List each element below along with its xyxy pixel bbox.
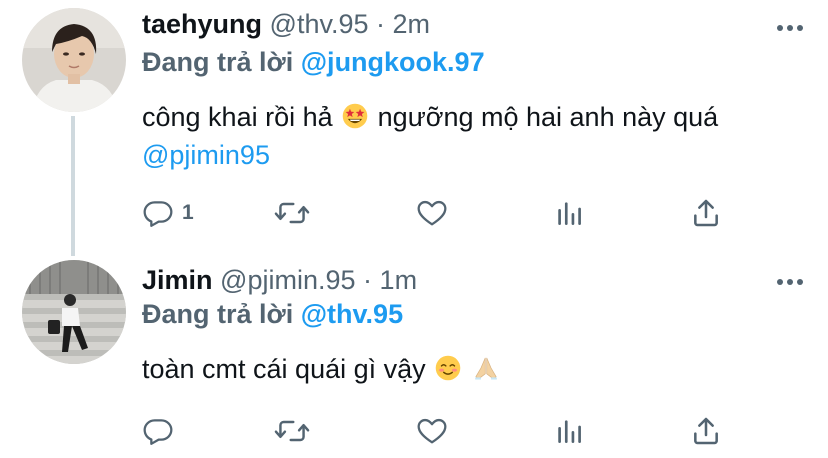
share-icon — [694, 199, 718, 227]
like-icon — [417, 418, 447, 444]
replying-to-mention[interactable]: @thv.95 — [301, 299, 403, 329]
more-icon — [777, 279, 803, 285]
reply-icon — [143, 419, 173, 445]
retweet-button[interactable] — [274, 414, 310, 448]
replying-to-label: Đang trả lời — [142, 299, 294, 329]
tweet-taehyung[interactable]: taehyung @thv.95 · 2m Đang trả lời @jung… — [0, 0, 828, 256]
more-options-button[interactable] — [774, 16, 806, 40]
retweet-icon — [274, 202, 310, 224]
tweet-text-part: ngưỡng mộ hai anh này quá — [377, 102, 719, 132]
user-handle[interactable]: @thv.95 — [270, 9, 369, 39]
stats-icon — [558, 420, 581, 443]
avatar-photo-icon — [22, 260, 126, 364]
like-button[interactable] — [416, 196, 448, 230]
display-name[interactable]: Jimin — [142, 265, 213, 295]
stats-button[interactable] — [554, 414, 586, 448]
replying-to-label: Đang trả lời — [142, 47, 294, 77]
replying-to: Đang trả lời @jungkook.97 — [142, 46, 485, 78]
separator-dot: · — [376, 9, 386, 39]
more-icon — [777, 25, 803, 31]
tweet-text: công khai rồi hả ngưỡng mộ hai anh này q… — [142, 98, 792, 174]
share-button[interactable] — [690, 414, 722, 448]
reply-count: 1 — [182, 201, 194, 224]
replying-to: Đang trả lời @thv.95 — [142, 298, 403, 330]
tweet-text-part: toàn cmt cái quái gì vậy — [142, 354, 426, 384]
user-handle[interactable]: @pjimin.95 — [220, 265, 355, 295]
like-icon — [417, 200, 447, 226]
avatar[interactable] — [22, 260, 126, 364]
share-button[interactable] — [690, 196, 722, 230]
like-button[interactable] — [416, 414, 448, 448]
avatar-photo-icon — [22, 8, 126, 112]
replying-to-mention[interactable]: @jungkook.97 — [301, 47, 485, 77]
tweet-actions: 1 — [142, 196, 742, 230]
retweet-button[interactable] — [274, 196, 310, 230]
tweet-text-part: công khai rồi hả — [142, 102, 333, 132]
share-icon — [694, 417, 718, 445]
retweet-icon — [274, 420, 310, 442]
timestamp[interactable]: 2m — [393, 9, 431, 39]
timestamp[interactable]: 1m — [380, 265, 418, 295]
more-options-button[interactable] — [774, 270, 806, 294]
reply-button[interactable] — [142, 414, 174, 448]
display-name[interactable]: taehyung — [142, 9, 262, 39]
tweet-text: toàn cmt cái quái gì vậy — [142, 350, 792, 388]
smiling-blush-emoji — [435, 355, 461, 381]
tweet-actions — [142, 414, 742, 448]
reply-button[interactable]: 1 — [142, 196, 194, 230]
stats-button[interactable] — [554, 196, 586, 230]
mention-link[interactable]: @pjimin95 — [142, 140, 270, 170]
reply-icon — [143, 201, 173, 227]
tweet-header: taehyung @thv.95 · 2m — [142, 8, 430, 40]
avatar[interactable] — [22, 8, 126, 112]
star-struck-emoji — [342, 103, 368, 129]
folded-hands-emoji — [474, 357, 497, 380]
separator-dot: · — [363, 265, 373, 295]
thread-line — [71, 116, 75, 256]
stats-icon — [558, 202, 581, 225]
tweet-jimin[interactable]: Jimin @pjimin.95 · 1m Đang trả lời @thv.… — [0, 246, 828, 458]
tweet-header: Jimin @pjimin.95 · 1m — [142, 264, 417, 296]
